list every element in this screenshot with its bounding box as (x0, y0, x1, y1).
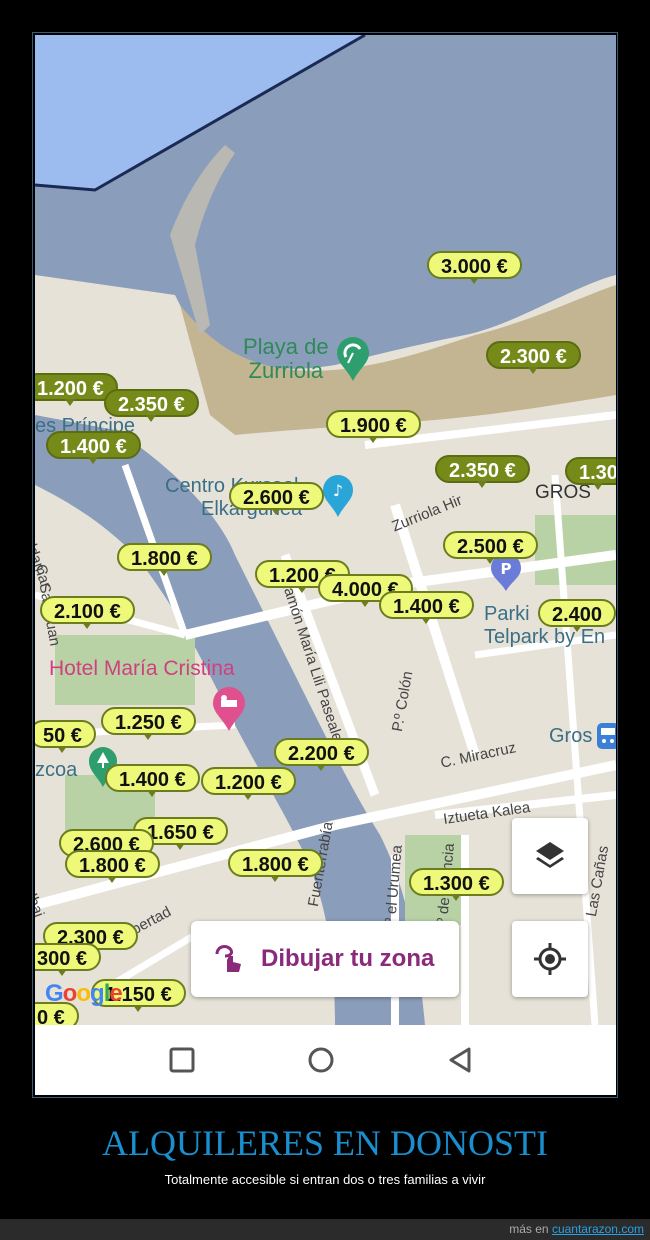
parking-pin-icon[interactable]: P (491, 553, 521, 596)
phone-screen: Playa de Zurriola es Príncipe Centro Kur… (35, 35, 616, 1095)
price-marker[interactable]: 50 € (35, 720, 96, 753)
home-button[interactable] (296, 1035, 346, 1085)
footer-text: más en cuantarazon.com (509, 1222, 644, 1236)
price-marker[interactable]: 2.200 € (274, 738, 369, 771)
playa-label-line2: Zurriola (248, 358, 324, 383)
circle-icon (308, 1047, 334, 1073)
draw-zone-button[interactable]: Dibujar tu zona (191, 921, 459, 997)
draw-zone-label: Dibujar tu zona (261, 945, 435, 972)
beach-pin-icon[interactable] (337, 337, 369, 386)
gipuzkoa-label: zcoa (35, 759, 78, 781)
price-marker[interactable]: 1.300 € (409, 868, 504, 901)
draw-hand-icon (215, 945, 241, 972)
my-location-button[interactable] (512, 921, 588, 997)
price-marker[interactable]: 2.350 € (104, 389, 199, 422)
price-marker[interactable]: 1.800 € (117, 543, 212, 576)
gros-district-label: GROS (535, 482, 591, 503)
price-marker[interactable]: 1.30 (565, 457, 616, 490)
map-view[interactable]: Playa de Zurriola es Príncipe Centro Kur… (35, 35, 616, 1025)
price-marker[interactable]: 300 € (35, 943, 102, 976)
footer-site-link[interactable]: cuantarazon.com (552, 1222, 644, 1236)
hotel-pin-icon[interactable] (213, 687, 245, 736)
back-button[interactable] (435, 1035, 485, 1085)
price-marker[interactable]: 1.900 € (326, 410, 421, 443)
footer-prefix: más en (509, 1222, 549, 1236)
price-marker[interactable]: 3.000 € (427, 251, 522, 284)
price-marker[interactable]: 2.300 € (486, 341, 581, 374)
caption-title: ALQUILERES EN DONOSTI (102, 1123, 548, 1163)
playa-label-line1: Playa de (243, 334, 329, 359)
recents-button[interactable] (157, 1035, 207, 1085)
price-marker[interactable]: 2.500 € (443, 531, 538, 564)
price-marker[interactable]: 1.400 € (46, 431, 141, 464)
parking-label-line2: Telpark by En (484, 626, 606, 648)
price-marker[interactable]: 1.400 € (105, 764, 200, 797)
price-marker[interactable]: 1.200 € (201, 767, 296, 800)
caption-subtitle: Totalmente accesible si entran dos o tre… (164, 1172, 486, 1187)
site-footer: más en cuantarazon.com (0, 1219, 650, 1240)
price-marker[interactable]: 1.250 € (101, 707, 196, 740)
triangle-back-icon (449, 1047, 471, 1073)
layers-button[interactable] (512, 818, 588, 894)
svg-text:P: P (501, 560, 512, 578)
price-marker[interactable]: 1.800 € (65, 850, 160, 883)
gros-station-label: Gros (549, 725, 593, 747)
android-nav-bar (35, 1025, 616, 1095)
playa-zurriola-label: Playa de Zurriola (243, 335, 329, 383)
google-logo: Google (45, 980, 123, 1007)
price-marker[interactable]: 2.100 € (40, 596, 135, 629)
price-marker[interactable]: 2.600 € (229, 482, 324, 515)
svg-text:♪: ♪ (333, 481, 343, 500)
my-location-icon (534, 943, 566, 975)
price-marker[interactable]: 1.800 € (228, 849, 323, 882)
music-pin-icon[interactable]: ♪ (323, 475, 353, 522)
train-station-icon[interactable] (597, 723, 616, 754)
price-marker[interactable]: 1.400 € (379, 591, 474, 624)
layers-icon (536, 842, 564, 868)
price-marker[interactable]: 2.350 € (435, 455, 530, 488)
price-marker[interactable]: 2.400 (538, 599, 616, 632)
square-icon (169, 1047, 195, 1073)
hotel-maria-cristina-label: Hotel María Cristina (49, 657, 235, 680)
